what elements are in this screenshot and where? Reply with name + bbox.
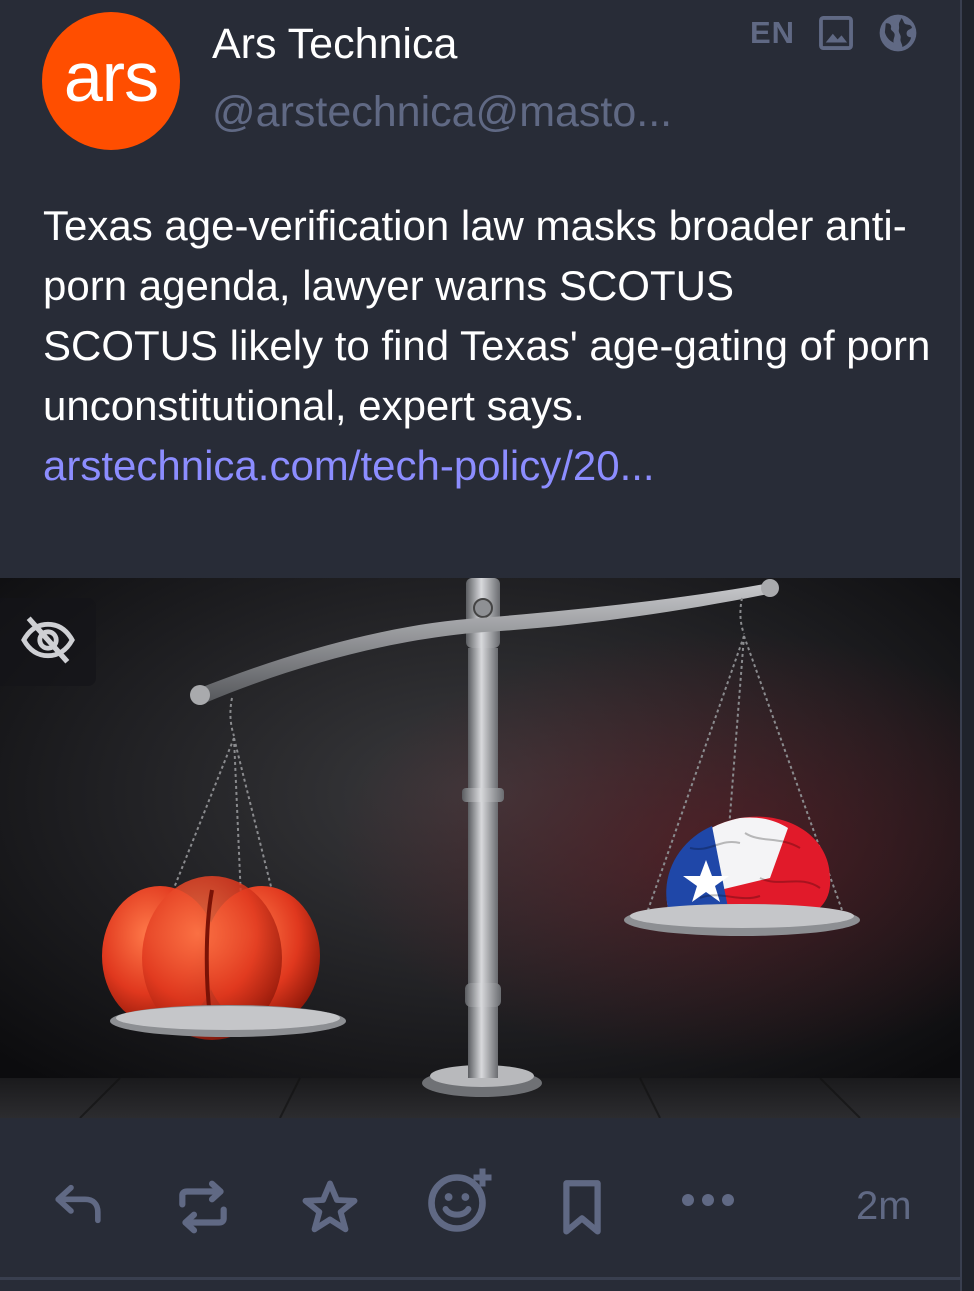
favourite-button[interactable] (298, 1176, 362, 1245)
add-reaction-button[interactable] (424, 1164, 496, 1241)
language-badge: EN (750, 15, 796, 50)
image-icon (817, 14, 855, 52)
bookmark-button[interactable] (556, 1176, 608, 1245)
reply-icon (48, 1176, 108, 1237)
avatar-text: ars (63, 38, 159, 116)
scales-illustration (0, 578, 960, 1118)
post-title: Texas age-verification law masks broader… (43, 202, 907, 309)
bookmark-icon (556, 1176, 608, 1245)
post-content: Texas age-verification law masks broader… (43, 196, 943, 496)
post-timestamp[interactable]: 2m (856, 1184, 912, 1229)
divider (0, 1277, 960, 1280)
reply-button[interactable] (48, 1176, 108, 1237)
column-edge (960, 0, 974, 1291)
more-icon (680, 1190, 736, 1215)
post-link[interactable]: arstechnica.com/tech-policy/20... (43, 442, 655, 489)
hide-media-button[interactable] (0, 598, 96, 686)
more-button[interactable] (680, 1190, 736, 1215)
globe-icon[interactable] (877, 12, 919, 54)
media-image[interactable] (0, 578, 960, 1118)
post-meta: EN (750, 12, 919, 54)
display-name[interactable]: Ars Technica (212, 20, 457, 69)
hide-media-icon (15, 611, 81, 674)
avatar[interactable]: ars (42, 12, 180, 150)
post-summary: SCOTUS likely to find Texas' age-gating … (43, 322, 931, 429)
boost-button[interactable] (172, 1176, 234, 1243)
add-reaction-icon (424, 1164, 496, 1241)
favourite-icon (298, 1176, 362, 1245)
boost-icon (172, 1176, 234, 1243)
action-bar: 2m (0, 1160, 960, 1260)
account-handle[interactable]: @arstechnica@masto... (212, 88, 672, 137)
